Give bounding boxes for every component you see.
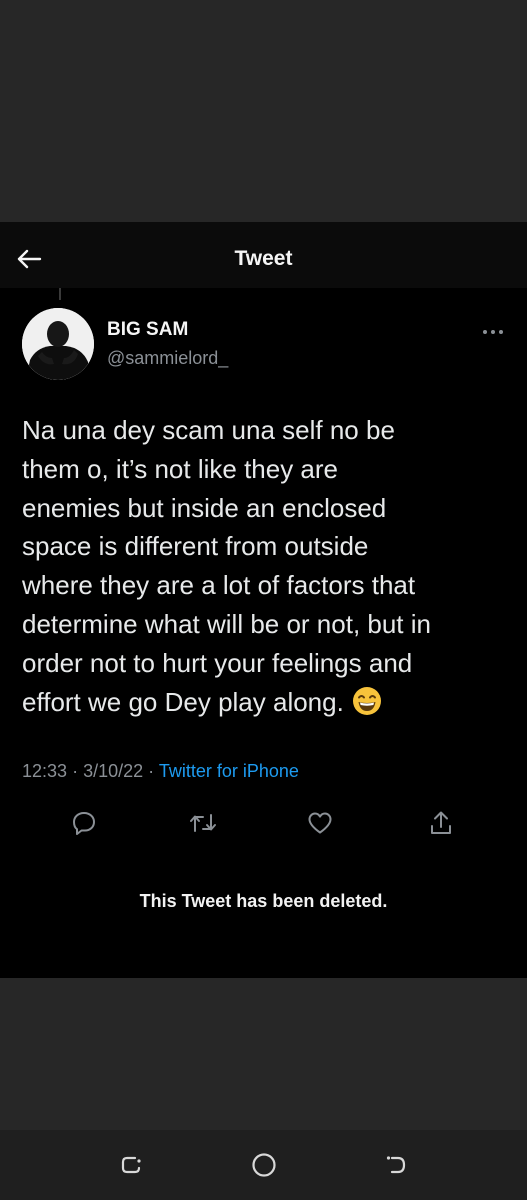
user-handle[interactable]: @sammielord_: [107, 348, 228, 369]
thread-line: [59, 288, 61, 300]
top-bar: Tweet: [0, 222, 527, 288]
meta-separator: ·: [72, 761, 79, 781]
tweet-actions: [0, 805, 527, 841]
recents-icon: [121, 1156, 141, 1174]
tweet-screen: Tweet BIG SAM @sammielord_ Na una dey sc…: [0, 222, 527, 978]
home-button[interactable]: [249, 1150, 279, 1180]
share-button[interactable]: [423, 805, 459, 841]
like-button[interactable]: [302, 805, 338, 841]
dimmed-overlay-top: [0, 0, 527, 222]
tweet-date: 3/10/22: [83, 761, 144, 781]
avatar-photo-icon: [22, 308, 94, 380]
tweet-source-link[interactable]: Twitter for iPhone: [159, 761, 299, 781]
tweet-time: 12:33: [22, 761, 68, 781]
tweet-body: Na una dey scam una self no be them o, i…: [22, 411, 517, 726]
recents-button[interactable]: [116, 1150, 146, 1180]
meta-separator: ·: [148, 761, 155, 781]
tweet-text: Na una dey scam una self no be them o, i…: [22, 415, 431, 717]
retweet-button[interactable]: [185, 805, 221, 841]
reply-button[interactable]: [66, 805, 102, 841]
tweet-metadata: 12:33 · 3/10/22 · Twitter for iPhone: [22, 761, 299, 782]
display-name[interactable]: BIG SAM: [107, 319, 188, 341]
retweet-icon: [190, 814, 216, 832]
like-icon: [308, 812, 332, 834]
more-dots-icon: [483, 330, 503, 334]
page-title: Tweet: [234, 247, 293, 270]
system-navigation-bar: [0, 1130, 527, 1200]
home-circle-icon: [252, 1153, 276, 1177]
share-icon: [431, 811, 451, 834]
more-options-button[interactable]: [478, 322, 508, 342]
deleted-tweet-notice: This Tweet has been deleted.: [139, 891, 388, 911]
reply-icon: [73, 812, 95, 835]
avatar[interactable]: [22, 308, 94, 380]
grinning-face-emoji-icon: [352, 686, 382, 727]
back-nav-button[interactable]: [381, 1150, 411, 1180]
back-nav-icon: [386, 1156, 406, 1174]
